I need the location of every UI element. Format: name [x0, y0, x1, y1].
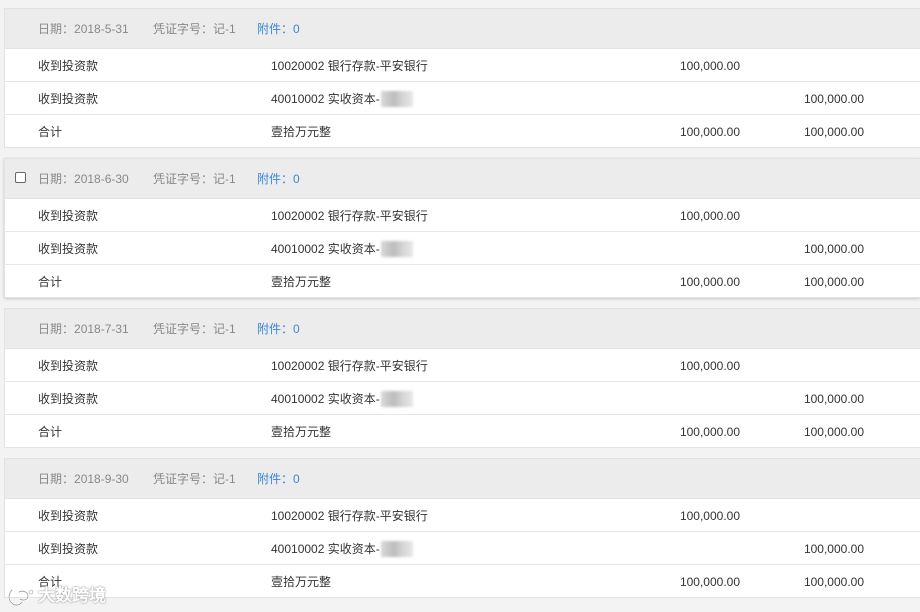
- total-debit: 100,000.00: [679, 125, 740, 139]
- total-credit: 100,000.00: [803, 275, 864, 289]
- total-credit: 100,000.00: [803, 125, 864, 139]
- attachments-link[interactable]: 附件：0: [257, 171, 300, 187]
- entry-row[interactable]: 收到投资款 40010002 实收资本- 100,000.00: [5, 232, 920, 265]
- total-label: 合计: [38, 425, 63, 439]
- total-row: 合计 壹拾万元整 100,000.00 100,000.00: [5, 565, 920, 598]
- entry-summary: 收到投资款: [38, 92, 99, 106]
- voucher-number: 凭证字号：记-1: [153, 472, 236, 486]
- entry-debit: 100,000.00: [679, 59, 740, 73]
- entry-debit: 100,000.00: [679, 209, 740, 223]
- entry-row[interactable]: 收到投资款 10020002 银行存款-平安银行 100,000.00: [5, 499, 920, 532]
- entry-account: 10020002 银行存款-平安银行: [271, 509, 428, 523]
- voucher-header: 日期：2018-5-31 凭证字号：记-1 附件：0: [5, 9, 920, 49]
- total-row: 合计 壹拾万元整 100,000.00 100,000.00: [5, 265, 920, 298]
- entry-row[interactable]: 收到投资款 40010002 实收资本- 100,000.00: [5, 382, 920, 415]
- entry-account: 10020002 银行存款-平安银行: [271, 359, 428, 373]
- entry-credit: 100,000.00: [803, 242, 864, 256]
- entry-account: 40010002 实收资本-: [271, 241, 413, 257]
- total-debit: 100,000.00: [679, 425, 740, 439]
- total-label: 合计: [38, 275, 63, 289]
- entry-summary: 收到投资款: [38, 359, 99, 373]
- entry-summary: 收到投资款: [38, 59, 99, 73]
- entry-account: 40010002 实收资本-: [271, 391, 413, 407]
- entry-row[interactable]: 收到投资款 10020002 银行存款-平安银行 100,000.00: [5, 49, 920, 82]
- entry-row[interactable]: 收到投资款 40010002 实收资本- 100,000.00: [5, 532, 920, 565]
- total-label: 合计: [38, 125, 63, 139]
- voucher-number: 凭证字号：记-1: [153, 22, 236, 36]
- voucher-number: 凭证字号：记-1: [153, 322, 236, 336]
- attachments-link[interactable]: 附件：0: [257, 21, 300, 37]
- entry-debit: 100,000.00: [679, 509, 740, 523]
- watermark-logo-icon: [7, 588, 34, 606]
- watermark: 大数跨境: [6, 583, 106, 609]
- entry-summary: 收到投资款: [38, 242, 99, 256]
- total-amount-words: 壹拾万元整: [271, 575, 332, 589]
- entry-summary: 收到投资款: [38, 509, 99, 523]
- total-credit: 100,000.00: [803, 575, 864, 589]
- redacted-blur: [380, 91, 413, 107]
- voucher-number: 凭证字号：记-1: [153, 172, 236, 186]
- entry-summary: 收到投资款: [38, 542, 99, 556]
- select-checkbox[interactable]: [15, 172, 26, 183]
- voucher-date: 日期：2018-7-31: [38, 322, 129, 336]
- total-row: 合计 壹拾万元整 100,000.00 100,000.00: [5, 115, 920, 148]
- entry-row[interactable]: 收到投资款 40010002 实收资本- 100,000.00: [5, 82, 920, 115]
- voucher-card[interactable]: 日期：2018-9-30 凭证字号：记-1 附件：0 收到投资款 1002000…: [4, 458, 920, 598]
- total-amount-words: 壹拾万元整: [271, 275, 332, 289]
- voucher-header: 日期：2018-6-30 凭证字号：记-1 附件：0: [5, 159, 920, 199]
- entry-row[interactable]: 收到投资款 10020002 银行存款-平安银行 100,000.00: [5, 349, 920, 382]
- voucher-date: 日期：2018-6-30: [38, 172, 129, 186]
- entry-account: 40010002 实收资本-: [271, 541, 413, 557]
- total-amount-words: 壹拾万元整: [271, 425, 332, 439]
- entry-summary: 收到投资款: [38, 209, 99, 223]
- voucher-card[interactable]: 日期：2018-7-31 凭证字号：记-1 附件：0 收到投资款 1002000…: [4, 308, 920, 448]
- entry-credit: 100,000.00: [803, 92, 864, 106]
- voucher-date: 日期：2018-5-31: [38, 22, 129, 36]
- entry-account: 10020002 银行存款-平安银行: [271, 209, 428, 223]
- entry-row[interactable]: 收到投资款 10020002 银行存款-平安银行 100,000.00: [5, 199, 920, 232]
- voucher-date: 日期：2018-9-30: [38, 472, 129, 486]
- redacted-blur: [380, 241, 413, 257]
- voucher-list: 日期：2018-5-31 凭证字号：记-1 附件：0 收到投资款 1002000…: [0, 0, 920, 612]
- voucher-header: 日期：2018-9-30 凭证字号：记-1 附件：0: [5, 459, 920, 499]
- voucher-card[interactable]: 日期：2018-5-31 凭证字号：记-1 附件：0 收到投资款 1002000…: [4, 8, 920, 148]
- entry-credit: 100,000.00: [803, 542, 864, 556]
- attachments-link[interactable]: 附件：0: [257, 321, 300, 337]
- redacted-blur: [380, 391, 413, 407]
- total-amount-words: 壹拾万元整: [271, 125, 332, 139]
- redacted-blur: [380, 541, 413, 557]
- total-debit: 100,000.00: [679, 575, 740, 589]
- entry-account: 40010002 实收资本-: [271, 91, 413, 107]
- entry-summary: 收到投资款: [38, 392, 99, 406]
- attachments-link[interactable]: 附件：0: [257, 471, 300, 487]
- voucher-card[interactable]: 日期：2018-6-30 凭证字号：记-1 附件：0 收到投资款 1002000…: [4, 158, 920, 298]
- total-debit: 100,000.00: [679, 275, 740, 289]
- entry-account: 10020002 银行存款-平安银行: [271, 59, 428, 73]
- watermark-text: 大数跨境: [38, 586, 106, 605]
- voucher-header: 日期：2018-7-31 凭证字号：记-1 附件：0: [5, 309, 920, 349]
- total-row: 合计 壹拾万元整 100,000.00 100,000.00: [5, 415, 920, 448]
- total-credit: 100,000.00: [803, 425, 864, 439]
- entry-credit: 100,000.00: [803, 392, 864, 406]
- entry-debit: 100,000.00: [679, 359, 740, 373]
